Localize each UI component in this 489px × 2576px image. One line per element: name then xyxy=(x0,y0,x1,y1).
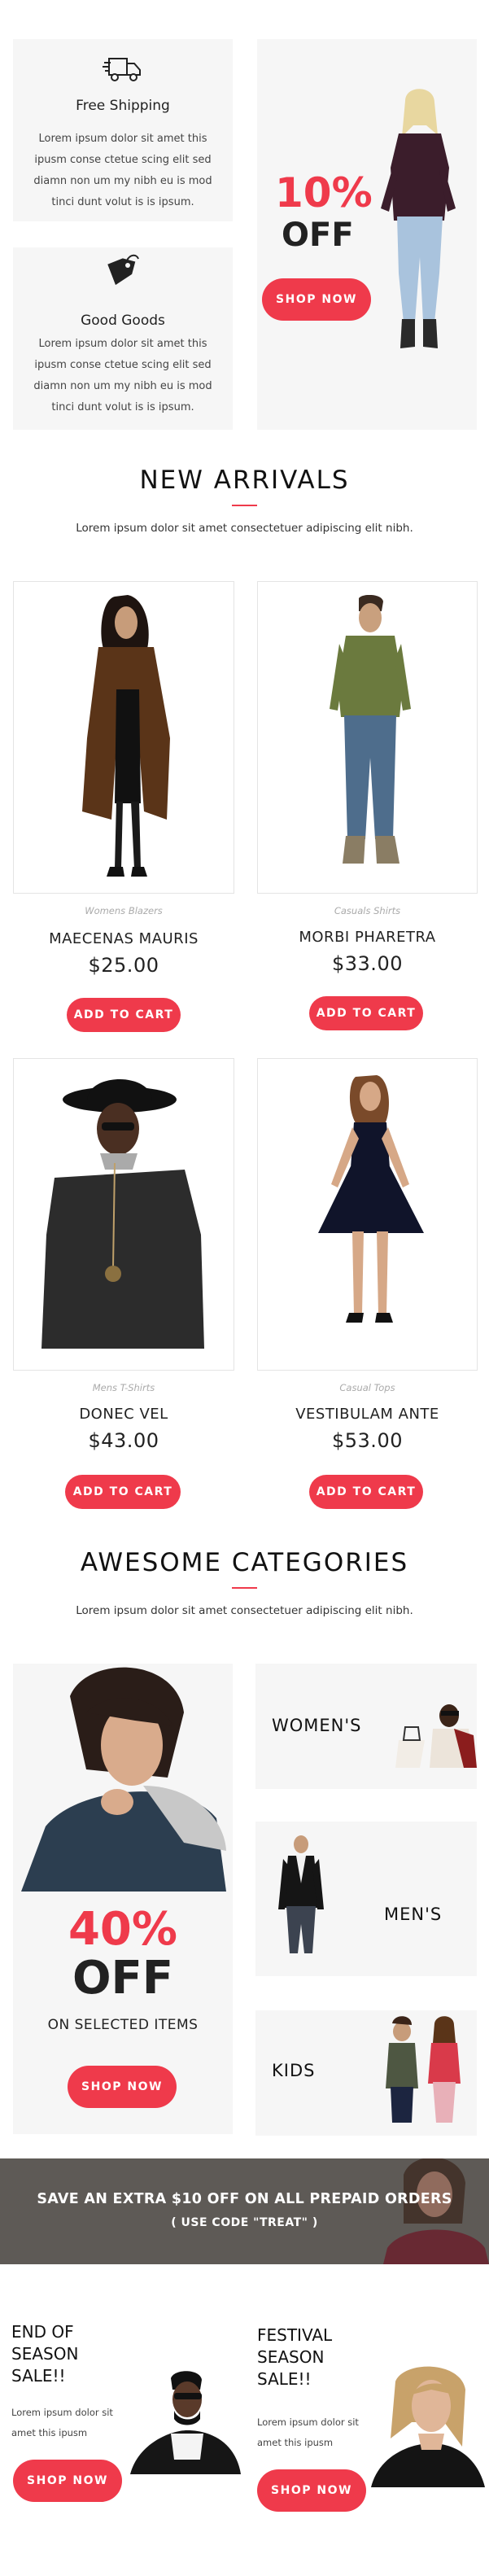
big-promo-panel: 40% OFF ON SELECTED ITEMS SHOP NOW xyxy=(13,1664,233,2134)
big-promo-model-image xyxy=(13,1664,233,1892)
product-image xyxy=(30,1072,217,1365)
add-to-cart-button[interactable]: ADD TO CART xyxy=(309,996,423,1030)
promo-off: OFF xyxy=(282,216,354,254)
category-label: WOMEN'S xyxy=(272,1716,362,1735)
category-womens[interactable]: WOMEN'S xyxy=(255,1664,477,1789)
sale-text: Lorem ipsum dolor sit amet this ipusm xyxy=(257,2412,359,2453)
prepaid-offer-banner[interactable]: SAVE AN EXTRA $10 OFF ON ALL PREPAID ORD… xyxy=(0,2158,489,2264)
feature-title: Good Goods xyxy=(81,313,165,329)
sale-text-line: amet this ipusm xyxy=(11,2427,88,2438)
sale-model-image xyxy=(122,2370,242,2474)
big-promo-off: OFF xyxy=(72,1952,174,2005)
product-name[interactable]: DONEC VEL xyxy=(13,1406,234,1423)
sale-title-line: SALE!! xyxy=(11,2366,66,2386)
new-arrivals-title: NEW ARRIVALS xyxy=(139,466,350,495)
section-divider xyxy=(232,1587,257,1589)
product-price: $25.00 xyxy=(88,954,159,977)
add-to-cart-button[interactable]: ADD TO CART xyxy=(67,998,181,1032)
product-image-frame[interactable] xyxy=(13,581,234,894)
big-promo-percent: 40% xyxy=(68,1903,178,1956)
sale-title-line: SEASON xyxy=(11,2344,79,2364)
sale-text: Lorem ipsum dolor sit amet this ipusm xyxy=(11,2403,113,2443)
banner-headline: SAVE AN EXTRA $10 OFF ON ALL PREPAID ORD… xyxy=(37,2191,452,2207)
product-category: Womens Blazers xyxy=(85,905,163,916)
category-kids[interactable]: KIDS xyxy=(255,2010,477,2136)
feature-goods-panel: Good Goods Lorem ipsum dolor sit amet th… xyxy=(13,247,233,430)
feature-text: Lorem ipsum dolor sit amet this ipusm co… xyxy=(33,338,212,413)
banner-code: ( USE CODE "TREAT" ) xyxy=(171,2216,318,2229)
sale-text-line: amet this ipusm xyxy=(257,2437,334,2448)
section-divider xyxy=(232,505,257,506)
product-image-frame[interactable] xyxy=(13,1058,234,1371)
product-image xyxy=(321,595,419,888)
feature-text: Lorem ipsum dolor sit amet this ipusm co… xyxy=(33,133,212,208)
sale-shop-now-button[interactable]: SHOP NOW xyxy=(13,2460,122,2502)
price-tag-icon xyxy=(103,254,143,293)
sale-text-line: Lorem ipsum dolor sit xyxy=(257,2416,359,2428)
product-image-frame[interactable] xyxy=(257,581,478,894)
product-name[interactable]: MORBI PHARETRA xyxy=(257,929,478,946)
sale-shop-now-button[interactable]: SHOP NOW xyxy=(257,2469,366,2512)
product-price: $33.00 xyxy=(332,952,403,975)
big-promo-caption: ON SELECTED ITEMS xyxy=(47,2017,199,2033)
promo-shop-now-button[interactable]: SHOP NOW xyxy=(262,278,371,321)
sale-title-line: SEASON xyxy=(257,2347,325,2367)
new-arrivals-subtitle: Lorem ipsum dolor sit amet consectetuer … xyxy=(76,522,413,535)
sale-text-line: Lorem ipsum dolor sit xyxy=(11,2407,113,2418)
product-image xyxy=(66,592,188,885)
category-image xyxy=(277,1835,325,1957)
categories-title: AWESOME CATEGORIES xyxy=(80,1548,409,1577)
promo-model-image xyxy=(369,86,467,379)
category-image xyxy=(376,1703,477,1768)
product-category: Casuals Shirts xyxy=(334,905,401,916)
sale-model-image xyxy=(363,2365,489,2487)
category-mens[interactable]: MEN'S xyxy=(255,1822,477,1976)
sale-title-line: END OF xyxy=(11,2322,74,2342)
big-promo-shop-now-button[interactable]: SHOP NOW xyxy=(68,2066,177,2108)
categories-subtitle: Lorem ipsum dolor sit amet consectetuer … xyxy=(76,1604,413,1617)
feature-shipping-panel: Free Shipping Lorem ipsum dolor sit amet… xyxy=(13,39,233,221)
product-image xyxy=(302,1070,440,1347)
category-label: MEN'S xyxy=(384,1905,443,1924)
sale-title-line: FESTIVAL xyxy=(257,2325,333,2345)
promo-panel: 10% OFF SHOP NOW xyxy=(257,39,477,430)
product-name[interactable]: VESTIBULAM ANTE xyxy=(257,1406,478,1423)
add-to-cart-button[interactable]: ADD TO CART xyxy=(309,1475,423,1509)
sale-title: FESTIVAL SEASON SALE!! xyxy=(257,2325,332,2390)
feature-title: Free Shipping xyxy=(76,98,170,114)
delivery-truck-icon xyxy=(103,54,143,85)
product-image-frame[interactable] xyxy=(257,1058,478,1371)
sale-title-line: SALE!! xyxy=(257,2369,312,2389)
product-category: Casual Tops xyxy=(339,1382,395,1393)
product-price: $53.00 xyxy=(332,1429,403,1452)
promo-percent: 10% xyxy=(275,169,373,216)
product-category: Mens T-Shirts xyxy=(92,1382,155,1393)
add-to-cart-button[interactable]: ADD TO CART xyxy=(65,1475,181,1509)
category-label: KIDS xyxy=(272,2061,316,2080)
product-price: $43.00 xyxy=(88,1429,159,1452)
sale-title: END OF SEASON SALE!! xyxy=(11,2321,78,2387)
banner-model-image xyxy=(371,2158,489,2264)
category-image xyxy=(378,2015,469,2131)
product-name[interactable]: MAECENAS MAURIS xyxy=(13,930,234,947)
